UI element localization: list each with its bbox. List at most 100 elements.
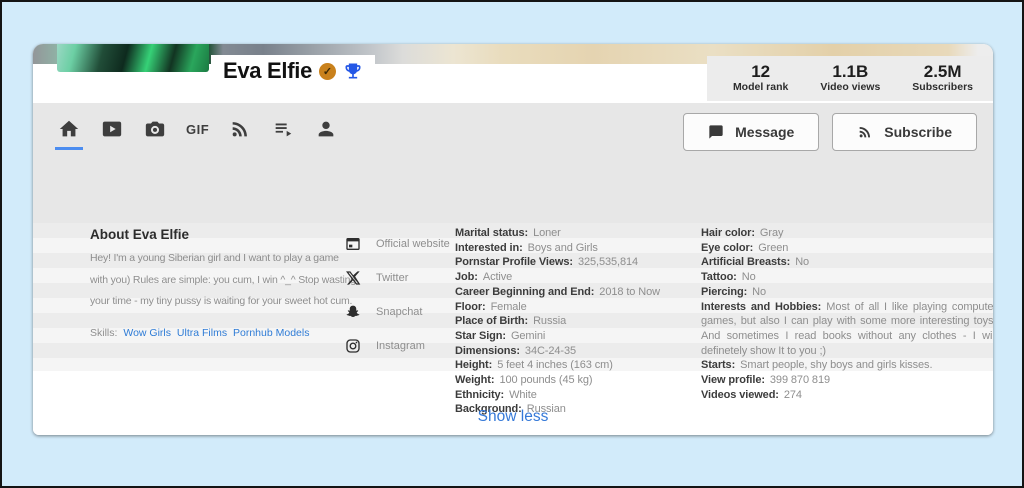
page: Eva Elfie ✓ 12 Model rank 1.1B Video vie… [0, 0, 1024, 488]
detail-label: Ethnicity: [455, 389, 504, 401]
tab-gifs[interactable]: GIF [186, 117, 209, 141]
tab-videos[interactable] [100, 117, 124, 141]
detail-label: Starts: [701, 359, 735, 371]
detail-value: Female [491, 301, 527, 313]
detail-row: Interested in: Boys and Girls [455, 241, 705, 256]
detail-label: Interested in: [455, 242, 523, 254]
twitter-x-icon [345, 270, 361, 286]
detail-label: Interests and Hobbies: [701, 301, 821, 313]
detail-label: Marital status: [455, 227, 528, 239]
detail-row: Weight: 100 pounds (45 kg) [455, 373, 705, 388]
stat-value: 12 [733, 62, 788, 81]
tab-about[interactable] [314, 117, 338, 141]
show-less-link[interactable]: Show less [33, 408, 993, 426]
detail-row: Dimensions: 34C-24-35 [455, 344, 705, 359]
model-title: Eva Elfie ✓ [211, 55, 375, 86]
detail-row: Height: 5 feet 4 inches (163 cm) [455, 358, 705, 373]
camera-icon [144, 118, 166, 140]
detail-row: Pornstar Profile Views:325,535,814 [455, 255, 705, 270]
detail-value: 34C-24-35 [525, 345, 576, 357]
profile-nav: GIF [33, 103, 993, 223]
stat-label: Subscribers [912, 81, 973, 93]
stat-model-rank: 12 Model rank [733, 62, 788, 101]
skill-link[interactable]: Wow Girls [123, 327, 171, 339]
skill-link[interactable]: Pornhub Models [233, 327, 309, 339]
tab-feed[interactable] [228, 117, 252, 141]
detail-value: Smart people, shy boys and girls kisses. [740, 359, 932, 371]
about-section: About Eva Elfie Hey! I'm a young Siberia… [33, 223, 993, 435]
detail-label: Weight: [455, 374, 494, 386]
instagram-link[interactable]: Instagram [345, 329, 450, 363]
tab-playlists[interactable] [271, 117, 295, 141]
detail-label: Star Sign: [455, 330, 506, 342]
detail-label: Height: [455, 359, 492, 371]
detail-value: 5 feet 4 inches (163 cm) [497, 359, 613, 371]
detail-label: Dimensions: [455, 345, 520, 357]
social-label: Twitter [376, 272, 408, 284]
detail-row: Piercing: No [701, 285, 993, 300]
detail-row: Ethnicity: White [455, 388, 705, 403]
detail-value: Boys and Girls [528, 242, 598, 254]
details-column-left: Marital status:Loner Interested in:Boys … [455, 226, 705, 417]
detail-label: Hair color: [701, 227, 755, 239]
stat-value: 1.1B [820, 62, 880, 81]
stat-subscribers: 2.5M Subscribers [912, 62, 973, 101]
stat-video-views: 1.1B Video views [820, 62, 880, 101]
detail-value: 325,535,814 [578, 256, 638, 268]
banner-photo-left [57, 44, 209, 72]
detail-value: Gray [760, 227, 783, 239]
model-name: Eva Elfie [223, 58, 312, 84]
person-icon [315, 118, 337, 140]
detail-row: Floor: Female [455, 300, 705, 315]
website-icon [345, 236, 361, 252]
detail-label: Career Beginning and End: [455, 286, 594, 298]
rss-icon [857, 124, 873, 140]
action-buttons: Message Subscribe [683, 113, 977, 151]
snapchat-link[interactable]: Snapchat [345, 295, 450, 329]
verified-badge-icon: ✓ [319, 63, 336, 80]
stat-label: Video views [820, 81, 880, 93]
detail-value: 399 870 819 [770, 374, 830, 386]
detail-label: Artificial Breasts: [701, 256, 790, 268]
skills-label: Skills: [90, 327, 117, 339]
tab-home[interactable] [57, 117, 81, 141]
detail-row: Star Sign:Gemini [455, 329, 705, 344]
detail-value: Russia [533, 315, 566, 327]
detail-label: Tattoo: [701, 271, 737, 283]
detail-row: Videos viewed: 274 [701, 388, 993, 403]
details-column-right: Hair color:Gray Eye color:Green Artifici… [701, 226, 993, 402]
message-button-label: Message [735, 124, 794, 140]
instagram-icon [345, 338, 361, 354]
subscribe-button-label: Subscribe [884, 124, 952, 140]
detail-label: Piercing: [701, 286, 747, 298]
skills-row: Skills: Wow Girls Ultra Films Pornhub Mo… [90, 327, 358, 339]
tab-photos[interactable] [143, 117, 167, 141]
home-icon [58, 118, 80, 140]
detail-value: No [752, 286, 766, 298]
detail-row: View profile: 399 870 819 [701, 373, 993, 388]
trophy-icon [343, 61, 363, 81]
playlist-icon [272, 118, 294, 140]
subscribe-button[interactable]: Subscribe [832, 113, 977, 151]
message-button[interactable]: Message [683, 113, 819, 151]
stat-value: 2.5M [912, 62, 973, 81]
detail-label: Place of Birth: [455, 315, 528, 327]
chat-icon [708, 124, 724, 140]
detail-label: View profile: [701, 374, 765, 386]
twitter-link[interactable]: Twitter [345, 261, 450, 295]
detail-label: Floor: [455, 301, 486, 313]
official-website-link[interactable]: Official website [345, 227, 450, 261]
social-label: Snapchat [376, 306, 422, 318]
social-links-column: Official website Twitter Snapchat [345, 227, 450, 363]
video-icon [101, 118, 123, 140]
detail-row: Tattoo:No [701, 270, 993, 285]
detail-row: Starts: Smart people, shy boys and girls … [701, 358, 993, 373]
detail-value: White [509, 389, 537, 401]
detail-label: Eye color: [701, 242, 753, 254]
detail-value: No [795, 256, 809, 268]
detail-label: Videos viewed: [701, 389, 779, 401]
skill-link[interactable]: Ultra Films [177, 327, 227, 339]
detail-row-interests: Interests and Hobbies:Most of all I like… [701, 300, 993, 359]
detail-value: 100 pounds (45 kg) [499, 374, 592, 386]
detail-value: 274 [784, 389, 802, 401]
